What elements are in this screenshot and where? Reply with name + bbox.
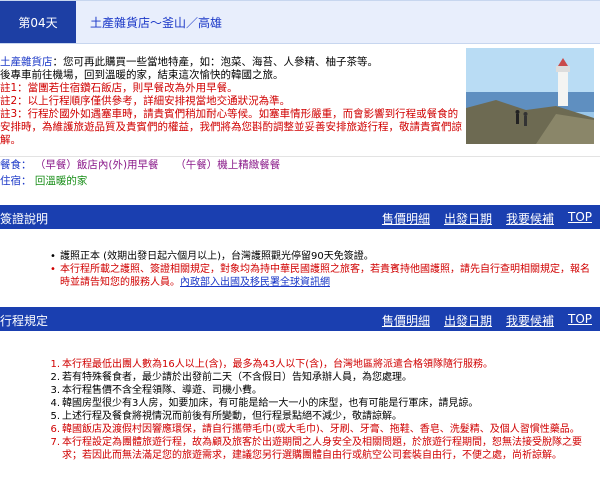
rule-number: 1. bbox=[50, 359, 60, 370]
rule-number: 6. bbox=[50, 424, 60, 435]
visa-item: 護照正本 (效期出發日起六個月以上)，台灣護照觀光停留90天免簽證。 bbox=[50, 250, 595, 263]
rule-item: 6. 韓國飯店及渡假村因響應環保，請自行攜帶毛巾(或大毛巾)、牙刷、牙膏、拖鞋、香… bbox=[50, 423, 594, 436]
rule-number: 7. bbox=[50, 437, 60, 448]
note-2: 註2：以上行程順序僅供參考，詳細安排視當地交通狀況為準。 bbox=[0, 95, 291, 107]
rule-text: 本行程最低出團人數為16人以上(含)，最多為43人以下(含)，台灣地區將派遣合格… bbox=[62, 359, 494, 370]
rule-item: 1. 本行程最低出團人數為16人以上(含)，最多為43人以下(含)，台灣地區將派遣… bbox=[50, 358, 594, 371]
rule-text: 若有特殊餐食者，最少請於出發前二天（不含假日）告知承辦人員，為您處理。 bbox=[62, 372, 412, 383]
visa-item: 本行程所載之護照、簽證相關規定，對象均為持中華民國護照之旅客，若貴賓持他國護照，… bbox=[50, 263, 595, 289]
lodging-label: 住宿： bbox=[0, 175, 32, 187]
rule-text: 韓國飯店及渡假村因響應環保，請自行攜帶毛巾(或大毛巾)、牙刷、牙膏、拖鞋、香皂、… bbox=[62, 424, 580, 435]
return-text: 後專車前往機場，回到溫暖的家，結束這次愉快的韓國之旅。 bbox=[0, 69, 284, 81]
top-link[interactable]: TOP bbox=[568, 210, 592, 227]
price-detail-link[interactable]: 售價明細 bbox=[382, 312, 430, 329]
immigration-link[interactable]: 內政部入出國及移民署全球資訊網 bbox=[180, 277, 330, 288]
departure-date-link[interactable]: 出發日期 bbox=[444, 210, 492, 227]
lodging-value: 回溫暖的家 bbox=[34, 175, 88, 187]
rule-number: 2. bbox=[50, 372, 60, 383]
rule-item: 3. 本行程售價不含全程領隊、導遊、司機小費。 bbox=[50, 384, 594, 397]
shop-paragraph: 土產雜貨店：您可再此購買一些當地特產，如：泡菜、海苔、人參精、柚子茶等。 bbox=[0, 56, 465, 69]
rules-nav-links: 售價明細 出發日期 我要候補 TOP bbox=[382, 312, 592, 329]
rule-item: 2. 若有特殊餐食者，最少請於出發前二天（不含假日）告知承辦人員，為您處理。 bbox=[50, 371, 594, 384]
rule-item: 5. 上述行程及餐食將視情況而前後有所變動，但行程景點絕不減少，敬請諒解。 bbox=[50, 410, 594, 423]
rule-text: 本行程售價不含全程領隊、導遊、司機小費。 bbox=[62, 385, 262, 396]
price-detail-link[interactable]: 售價明細 bbox=[382, 210, 430, 227]
visa-nav-links: 售價明細 出發日期 我要候補 TOP bbox=[382, 210, 592, 227]
rules-section-title: 行程規定 bbox=[0, 314, 49, 328]
shop-label: 土產雜貨店 bbox=[0, 56, 53, 68]
day-header: 第04天 土產雜貨店～釜山／高雄 bbox=[0, 0, 600, 44]
meal-lunch: （午餐）機上精緻餐餐 bbox=[175, 159, 281, 171]
rule-text: 本行程設定為團體旅遊行程，故為顧及旅客於出遊期間之人身安全及相關問題，於旅遊行程… bbox=[62, 437, 582, 461]
waitlist-link[interactable]: 我要候補 bbox=[506, 312, 554, 329]
rule-item: 7. 本行程設定為團體旅遊行程，故為顧及旅客於出遊期間之人身安全及相關問題，於旅遊… bbox=[50, 436, 594, 462]
day-title: 土產雜貨店～釜山／高雄 bbox=[90, 16, 223, 30]
rule-text: 上述行程及餐食將視情況而前後有所變動，但行程景點絕不減少，敬請諒解。 bbox=[62, 411, 402, 422]
day-description: 土產雜貨店：您可再此購買一些當地特產，如：泡菜、海苔、人參精、柚子茶等。 後專車… bbox=[0, 56, 465, 147]
note-1: 註1：當團若住宿鑽石飯店，則早餐改為外用早餐。 bbox=[0, 82, 238, 94]
visa-list: 護照正本 (效期出發日起六個月以上)，台灣護照觀光停留90天免簽證。 本行程所載… bbox=[50, 250, 595, 289]
top-link[interactable]: TOP bbox=[568, 312, 592, 329]
visa-section-title: 簽證說明 bbox=[0, 212, 49, 226]
note-3: 註3：行程於國外如遇塞車時，請貴賓們稍加耐心等候。如塞車情形嚴重，而會影響到行程… bbox=[0, 108, 462, 146]
meal-row: 餐食： （早餐）飯店內(外)用早餐 （午餐）機上精緻餐餐 bbox=[0, 156, 600, 172]
rules-section-bar: 行程規定 售價明細 出發日期 我要候補 TOP bbox=[0, 307, 600, 331]
rule-number: 5. bbox=[50, 411, 60, 422]
visa-section-bar: 簽證說明 售價明細 出發日期 我要候補 TOP bbox=[0, 205, 600, 229]
shop-text: ：您可再此購買一些當地特產，如：泡菜、海苔、人參精、柚子茶等。 bbox=[52, 56, 379, 68]
lodging-row: 住宿： 回溫暖的家 bbox=[0, 173, 600, 189]
rules-list: 1. 本行程最低出團人數為16人以上(含)，最多為43人以下(含)，台灣地區將派遣… bbox=[50, 358, 594, 462]
meal-label: 餐食： bbox=[0, 159, 32, 171]
lighthouse-photo-icon bbox=[466, 48, 594, 144]
departure-date-link[interactable]: 出發日期 bbox=[444, 312, 492, 329]
rule-number: 4. bbox=[50, 398, 60, 409]
rule-item: 4. 韓國房型很少有3人房，如要加床，有可能是給一大一小的床型，也有可能是行軍床，… bbox=[50, 397, 594, 410]
rule-number: 3. bbox=[50, 385, 60, 396]
lighthouse-photo bbox=[466, 48, 594, 144]
meal-breakfast: （早餐）飯店內(外)用早餐 bbox=[34, 159, 159, 171]
rule-text: 韓國房型很少有3人房，如要加床，有可能是給一大一小的床型，也有可能是行軍床，請見… bbox=[62, 398, 479, 409]
waitlist-link[interactable]: 我要候補 bbox=[506, 210, 554, 227]
day-badge: 第04天 bbox=[0, 1, 76, 43]
